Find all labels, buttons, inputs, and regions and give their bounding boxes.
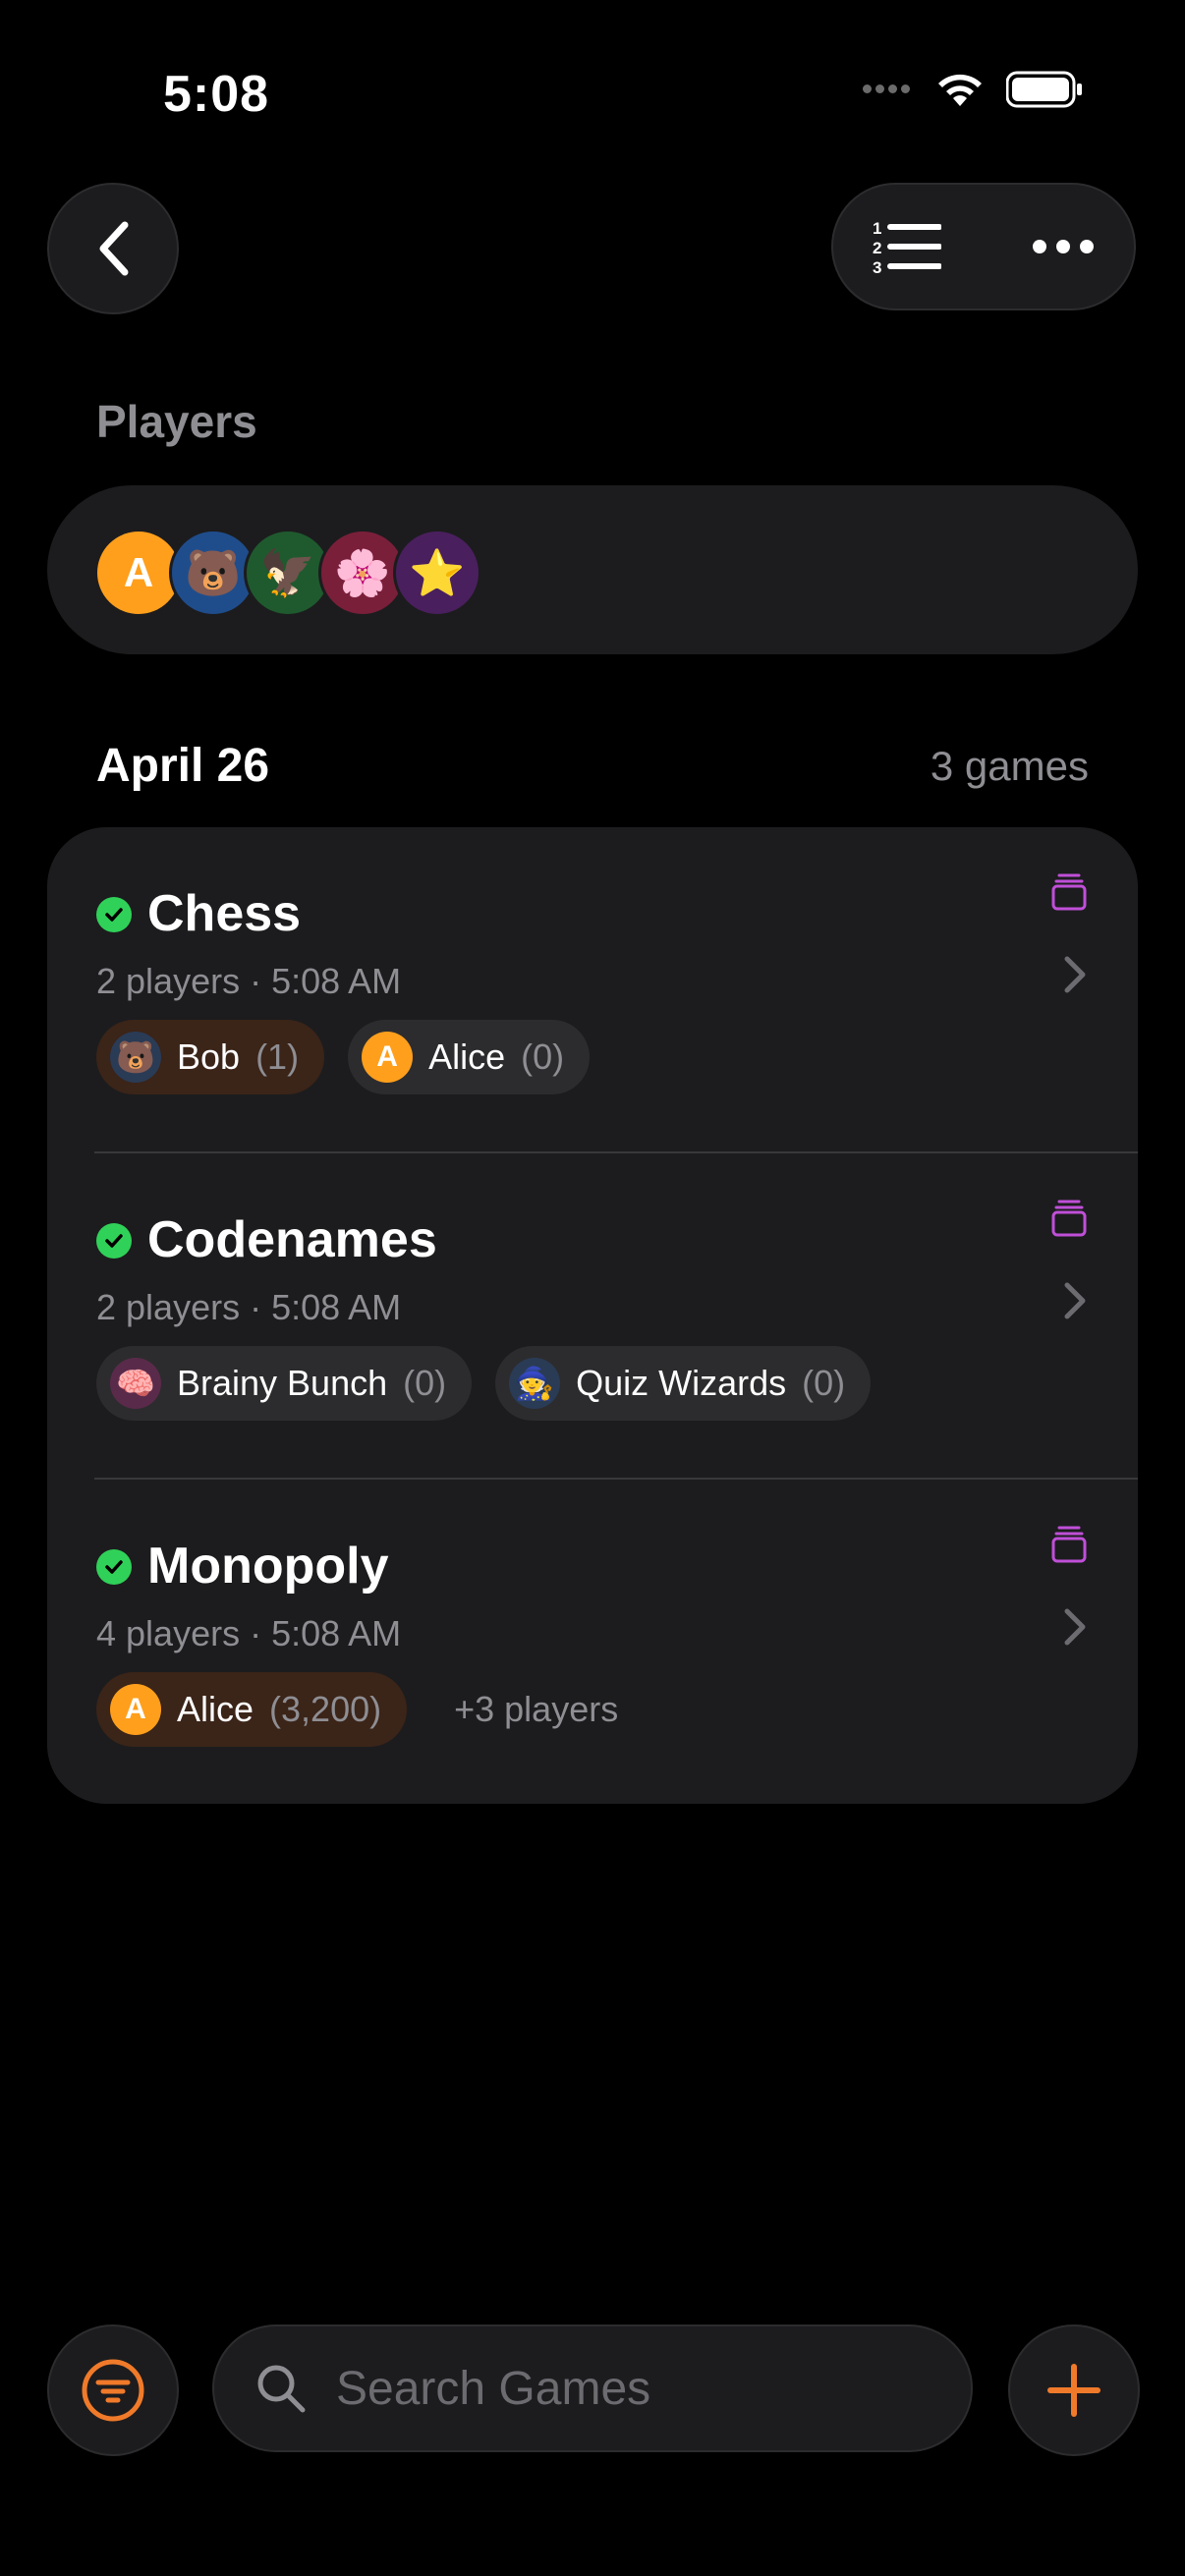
more-icon[interactable] (1032, 239, 1095, 254)
svg-text:3: 3 (873, 258, 881, 276)
search-icon (257, 2365, 306, 2413)
player-score: (0) (521, 1036, 565, 1077)
filter-button[interactable] (47, 2324, 179, 2456)
search-bar[interactable] (212, 2324, 973, 2452)
game-title: Monopoly (147, 1538, 389, 1595)
chevron-right-icon (1064, 956, 1086, 993)
brain-icon: 🧠 (110, 1358, 161, 1409)
game-title: Chess (147, 885, 302, 942)
check-circle-icon (96, 1223, 132, 1259)
player-name: Alice (428, 1036, 506, 1077)
ranking-list-icon[interactable]: 1 2 3 (873, 217, 941, 276)
plus-icon (1047, 2364, 1100, 2417)
wifi-icon (938, 74, 982, 106)
check-circle-icon (96, 1549, 132, 1585)
game-subtitle: 2 players · 5:08 AM (96, 961, 402, 1001)
battery-icon (1006, 71, 1082, 108)
add-game-button[interactable] (1008, 2324, 1140, 2456)
bear-icon: 🐻 (110, 1032, 161, 1083)
games-list: Chess 2 players · 5:08 AM 🐻 Bob (1) A Al… (47, 827, 1138, 1804)
player-chip[interactable]: A Alice (3,200) (96, 1672, 408, 1747)
chevron-left-icon (99, 221, 129, 276)
avatar: ⭐ (393, 529, 481, 617)
chevron-right-icon (1064, 1282, 1086, 1319)
player-name: Bob (177, 1036, 241, 1077)
player-score: (0) (802, 1363, 846, 1403)
stack-icon (1051, 873, 1087, 911)
game-subtitle: 2 players · 5:08 AM (96, 1287, 402, 1327)
more-players-label: +3 players (454, 1689, 619, 1729)
player-chip[interactable]: 🐻 Bob (1) (96, 1020, 325, 1094)
player-chip[interactable]: 🧙 Quiz Wizards (0) (495, 1346, 872, 1421)
date-header: April 26 (96, 740, 270, 792)
player-chip[interactable]: A Alice (0) (348, 1020, 591, 1094)
stack-icon (1051, 1200, 1087, 1237)
svg-text:2: 2 (873, 239, 881, 257)
chevron-right-icon (1064, 1608, 1086, 1646)
toolbar-group: 1 2 3 (831, 183, 1136, 310)
cellular-signal-icon (863, 81, 914, 98)
game-title: Codenames (147, 1211, 437, 1268)
svg-text:1: 1 (873, 219, 881, 238)
game-row-monopoly[interactable]: Monopoly 4 players · 5:08 AM A Alice (3,… (47, 1480, 1138, 1804)
player-name: Alice (177, 1689, 254, 1729)
player-name: Quiz Wizards (576, 1363, 787, 1403)
player-score: (3,200) (269, 1689, 382, 1729)
players-section-title: Players (96, 396, 257, 447)
stack-icon (1051, 1526, 1087, 1563)
player-score: (1) (255, 1036, 300, 1077)
game-row-codenames[interactable]: Codenames 2 players · 5:08 AM 🧠 Brainy B… (47, 1153, 1138, 1478)
back-button[interactable] (47, 183, 179, 314)
search-input[interactable] (334, 2360, 928, 2417)
game-subtitle: 4 players · 5:08 AM (96, 1613, 402, 1653)
player-score: (0) (403, 1363, 447, 1403)
avatar: A (362, 1032, 414, 1083)
wizard-icon: 🧙 (509, 1358, 561, 1409)
player-chips: A Alice (3,200) +3 players (96, 1672, 618, 1747)
check-circle-icon (96, 897, 132, 932)
player-chips: 🧠 Brainy Bunch (0) 🧙 Quiz Wizards (0) (96, 1346, 872, 1421)
game-row-chess[interactable]: Chess 2 players · 5:08 AM 🐻 Bob (1) A Al… (47, 827, 1138, 1151)
filter-icon (82, 2359, 144, 2422)
player-name: Brainy Bunch (177, 1363, 388, 1403)
status-time: 5:08 (163, 66, 270, 123)
avatar: A (110, 1684, 161, 1735)
player-chip[interactable]: 🧠 Brainy Bunch (0) (96, 1346, 473, 1421)
status-icons (863, 71, 1083, 108)
games-count: 3 games (930, 743, 1089, 789)
player-chips: 🐻 Bob (1) A Alice (0) (96, 1020, 591, 1094)
player-avatar-stack[interactable]: A 🐻 🦅 🌸 ⭐ (94, 529, 481, 617)
